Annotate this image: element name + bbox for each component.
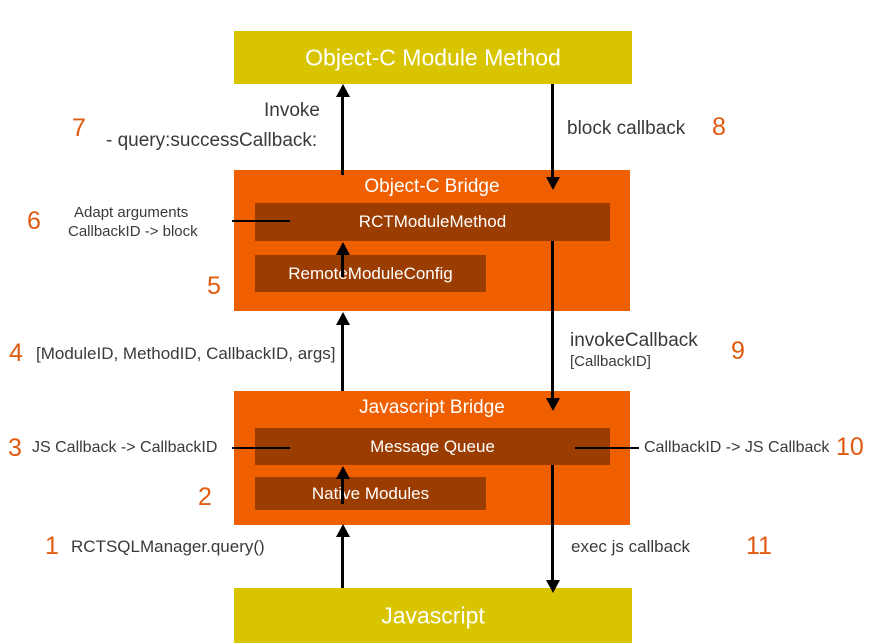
step-number-7: 7 <box>72 114 86 142</box>
step-label-1: RCTSQLManager.query() <box>71 537 265 556</box>
step-label-9-line1: invokeCallback <box>570 330 698 351</box>
layer-js-bridge-label: Javascript Bridge <box>359 397 505 418</box>
arrow-objc-bridge-to-module-method <box>341 95 344 175</box>
step-label-10: CallbackID -> JS Callback <box>644 439 830 456</box>
arrow-objc-bridge-to-js-bridge <box>551 241 554 398</box>
step-label-7-line1: Invoke <box>264 100 320 121</box>
connector-step-10 <box>575 447 639 449</box>
layer-js-bridge: Javascript Bridge Message Queue Native M… <box>234 391 630 525</box>
layer-objc-bridge: Object-C Bridge RCTModuleMethod RemoteMo… <box>234 170 630 311</box>
arrow-js-bridge-to-javascript-head <box>546 580 560 593</box>
component-remote-module-config-label: RemoteModuleConfig <box>288 263 453 283</box>
arrow-js-bridge-to-objc-bridge <box>341 323 344 391</box>
component-remote-module-config: RemoteModuleConfig <box>255 255 486 292</box>
arrow-module-method-to-objc-bridge-head <box>546 177 560 190</box>
diagram-canvas: Object-C Module Method Object-C Bridge R… <box>0 0 872 643</box>
arrow-remote-module-config-to-rct-module-method <box>341 253 344 277</box>
arrow-native-modules-to-message-queue <box>341 477 344 504</box>
step-number-1: 1 <box>45 532 59 560</box>
step-number-10: 10 <box>836 433 864 461</box>
component-rct-module-method: RCTModuleMethod <box>255 203 610 241</box>
step-label-4: [ModuleID, MethodID, CallbackID, args] <box>36 344 336 363</box>
layer-javascript: Javascript <box>234 588 632 643</box>
step-label-11: exec js callback <box>571 537 691 556</box>
arrow-native-modules-to-message-queue-head <box>336 466 350 479</box>
connector-step-6 <box>232 220 290 222</box>
connector-step-3 <box>232 447 290 449</box>
component-native-modules-label: Native Modules <box>311 483 430 503</box>
component-native-modules: Native Modules <box>255 477 486 510</box>
step-label-8: block callback <box>567 118 686 139</box>
step-number-11: 11 <box>746 532 772 560</box>
arrow-js-to-js-bridge-head <box>336 524 350 537</box>
component-rct-module-method-label: RCTModuleMethod <box>358 212 507 231</box>
arrow-js-bridge-to-javascript <box>551 465 554 580</box>
step-number-9: 9 <box>731 337 745 365</box>
arrow-remote-module-config-to-rct-module-method-head <box>336 242 350 255</box>
arrow-objc-bridge-to-js-bridge-head <box>546 398 560 411</box>
layer-objc-module-method-label: Object-C Module Method <box>305 44 561 70</box>
step-label-6-line1: Adapt arguments <box>74 204 189 221</box>
step-number-5: 5 <box>207 272 221 300</box>
layer-javascript-label: Javascript <box>381 602 485 628</box>
step-number-2: 2 <box>198 483 212 511</box>
layer-objc-bridge-label: Object-C Bridge <box>364 176 500 197</box>
step-label-9-line2: [CallbackID] <box>570 353 651 370</box>
component-message-queue-label: Message Queue <box>370 436 495 456</box>
step-number-3: 3 <box>8 434 22 462</box>
arrow-objc-bridge-to-module-method-head <box>336 84 350 97</box>
step-number-4: 4 <box>9 339 23 367</box>
arrow-js-bridge-to-objc-bridge-head <box>336 312 350 325</box>
arrow-module-method-to-objc-bridge <box>551 84 554 177</box>
step-number-8: 8 <box>712 113 726 141</box>
component-message-queue: Message Queue <box>255 428 610 465</box>
step-number-6: 6 <box>27 207 41 235</box>
step-label-3: JS Callback -> CallbackID <box>32 439 218 456</box>
step-label-6-line2: CallbackID -> block <box>68 223 198 240</box>
arrow-js-to-js-bridge <box>341 535 344 588</box>
step-label-7-line2: - query:successCallback: <box>106 130 318 151</box>
layer-objc-module-method: Object-C Module Method <box>234 31 632 84</box>
